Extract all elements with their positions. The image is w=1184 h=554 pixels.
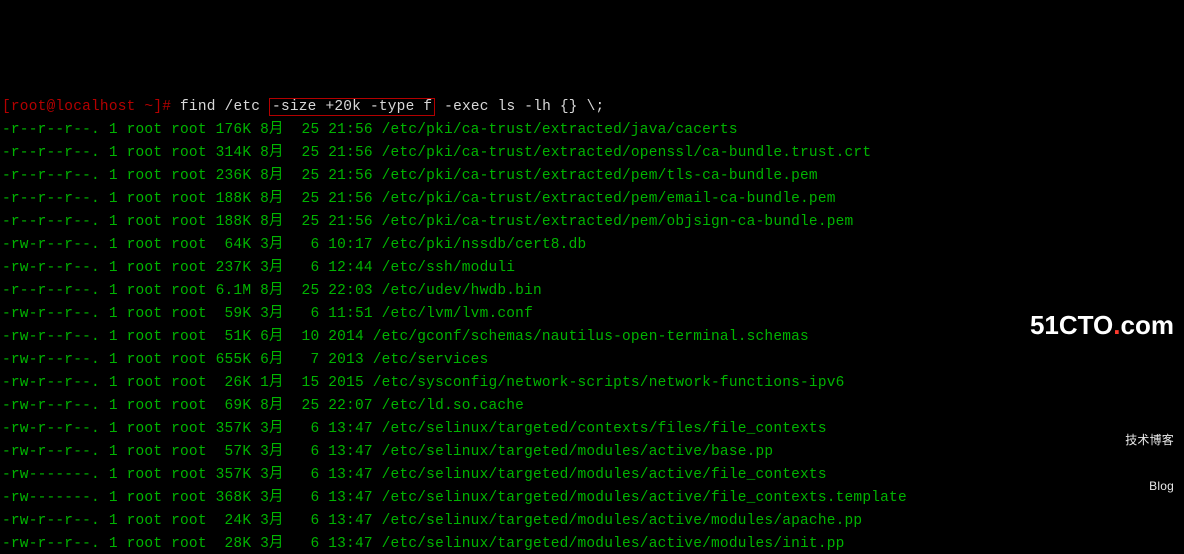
ls-output-row: -rw-------. 1 root root 357K 3月 6 13:47 … [2, 464, 1182, 487]
ls-output-row: -r--r--r--. 1 root root 236K 8月 25 21:56… [2, 165, 1182, 188]
ls-output-row: -rw-r--r--. 1 root root 28K 3月 6 13:47 /… [2, 533, 1182, 554]
shell-prompt: [root@localhost ~]# [2, 99, 180, 115]
ls-output-row: -rw-r--r--. 1 root root 26K 1月 15 2015 /… [2, 372, 1182, 395]
ls-output-row: -r--r--r--. 1 root root 188K 8月 25 21:56… [2, 211, 1182, 234]
ls-output-row: -rw-r--r--. 1 root root 69K 8月 25 22:07 … [2, 395, 1182, 418]
ls-output-row: -rw-------. 1 root root 368K 3月 6 13:47 … [2, 487, 1182, 510]
ls-output-row: -rw-r--r--. 1 root root 24K 3月 6 13:47 /… [2, 510, 1182, 533]
command-line: [root@localhost ~]# find /etc -size +20k… [2, 96, 1182, 119]
ls-output-row: -r--r--r--. 1 root root 6.1M 8月 25 22:03… [2, 280, 1182, 303]
ls-output-row: -rw-r--r--. 1 root root 237K 3月 6 12:44 … [2, 257, 1182, 280]
terminal[interactable]: [root@localhost ~]# find /etc -size +20k… [0, 92, 1184, 554]
ls-output-row: -rw-r--r--. 1 root root 655K 6月 7 2013 /… [2, 349, 1182, 372]
ls-output-row: -rw-r--r--. 1 root root 357K 3月 6 13:47 … [2, 418, 1182, 441]
command-highlight-box: -size +20k -type f [269, 98, 435, 116]
ls-output-row: -r--r--r--. 1 root root 188K 8月 25 21:56… [2, 188, 1182, 211]
ls-output-row: -rw-r--r--. 1 root root 64K 3月 6 10:17 /… [2, 234, 1182, 257]
ls-output-row: -rw-r--r--. 1 root root 59K 3月 6 11:51 /… [2, 303, 1182, 326]
ls-output-row: -rw-r--r--. 1 root root 51K 6月 10 2014 /… [2, 326, 1182, 349]
command-text: find /etc [180, 99, 269, 115]
command-text: -exec ls -lh {} \; [435, 99, 604, 115]
ls-output-row: -r--r--r--. 1 root root 176K 8月 25 21:56… [2, 119, 1182, 142]
ls-output-row: -rw-r--r--. 1 root root 57K 3月 6 13:47 /… [2, 441, 1182, 464]
ls-output-row: -r--r--r--. 1 root root 314K 8月 25 21:56… [2, 142, 1182, 165]
